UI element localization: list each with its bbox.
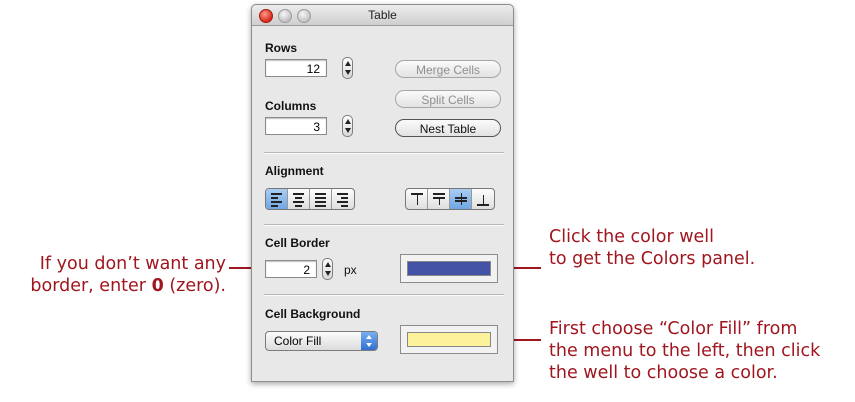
cell-border-label: Cell Border — [265, 236, 330, 250]
border-color-swatch — [407, 261, 491, 276]
align-left-icon[interactable] — [266, 189, 288, 209]
window-title: Table — [368, 8, 397, 22]
align-justify-icon[interactable] — [310, 189, 332, 209]
merge-cells-button[interactable]: Merge Cells — [395, 60, 501, 78]
cell-background-label: Cell Background — [265, 307, 361, 321]
rows-field[interactable]: 12 — [265, 59, 327, 77]
columns-label: Columns — [265, 99, 317, 113]
cell-border-stepper[interactable] — [322, 258, 333, 280]
color-fill-callout-line2: the menu to the left, then click — [549, 341, 821, 361]
border-callout-line1: If you don’t want any — [39, 254, 226, 274]
horizontal-alignment-control[interactable] — [265, 188, 355, 210]
cell-border-unit: px — [344, 263, 357, 277]
cell-background-popup[interactable]: Color Fill — [265, 331, 378, 351]
border-color-well[interactable] — [400, 254, 498, 283]
valign-bottom-icon[interactable] — [472, 189, 494, 209]
background-color-swatch — [407, 332, 491, 347]
title-bar[interactable]: Table — [252, 5, 513, 26]
color-fill-callout-line3: the well to choose a color. — [549, 363, 778, 383]
rows-stepper[interactable] — [342, 57, 353, 79]
color-well-callout-line2: to get the Colors panel. — [549, 249, 756, 269]
align-center-icon[interactable] — [288, 189, 310, 209]
color-well-callout-line1: Click the color well — [549, 227, 715, 247]
color-well-callout: Click the color well to get the Colors p… — [549, 226, 755, 270]
columns-field[interactable]: 3 — [265, 117, 327, 135]
table-inspector-panel: Table Rows 12 Columns 3 Merge Cells Spli… — [251, 4, 514, 382]
cell-border-field[interactable]: 2 — [265, 260, 317, 278]
color-fill-callout-line1: First choose “Color Fill” from — [549, 319, 798, 339]
separator — [264, 152, 504, 154]
rows-label: Rows — [265, 41, 298, 55]
border-callout: If you don’t want any border, enter 0 (z… — [22, 253, 226, 297]
border-callout-line2: border, enter 0 (zero). — [30, 276, 226, 296]
nest-table-button[interactable]: Nest Table — [395, 119, 501, 137]
align-right-icon[interactable] — [332, 189, 354, 209]
columns-stepper[interactable] — [342, 115, 353, 137]
valign-middle-icon[interactable] — [428, 189, 450, 209]
valign-top-icon[interactable] — [406, 189, 428, 209]
alignment-label: Alignment — [265, 164, 324, 178]
color-fill-callout: First choose “Color Fill” from the menu … — [549, 318, 820, 384]
popup-arrows-icon — [361, 332, 377, 350]
separator — [264, 224, 504, 226]
separator — [264, 294, 504, 296]
vertical-alignment-control[interactable] — [405, 188, 495, 210]
valign-center-icon[interactable] — [450, 189, 472, 209]
split-cells-button[interactable]: Split Cells — [395, 90, 501, 108]
cell-background-popup-value: Color Fill — [274, 334, 322, 348]
background-color-well[interactable] — [400, 325, 498, 354]
